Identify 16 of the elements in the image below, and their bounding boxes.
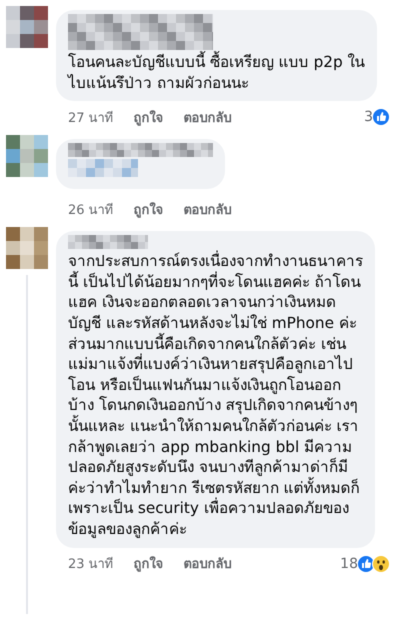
reply-link[interactable]: ตอบกลับ [184,553,232,574]
reply-link[interactable]: ตอบกลับ [184,106,232,128]
timestamp: 27 นาที [68,110,114,128]
like-link[interactable]: ถูกใจ [134,198,164,220]
wow-icon [372,554,390,572]
like-link[interactable]: ถูกใจ [134,553,164,574]
timestamp: 23 นาที [68,556,114,574]
comment-text: จากประสบการณ์ตรงเนื่องจากทำงานธนาคาร นี้ เป็นไปได้น้อยมากๆที่จะโดนแฮคค่ะ ถ้าโดน แฮค เงินจะออกตลอดเวลาจนกว่าเงินหมด บัญชี และรหัสด้านหลังจะไม่ใช่ mPhone ค่ะ ส่วนมากแบบนี้คือเกิดจากคนใกล้ตัวค่ะ เช่น แม่มาแจ้งที่แบงค์ว่าเงินหายสรุปคือลูกเอาไป โอน หรือเป็นแฟนกันมาแจ้งเงินถูกโอนออก บ้าง โดนกดเงินออกบ้าง สรุปเกิดจากคนข้างๆ นั้นแหละ แนะนำให้ถามคนใกล้ตัวก่อนค่ะ เรา กล้าพูดเลยว่า app mbanking bbl มีความ ปลอดภัยสูงระดับนึง จนบางทีลูกค้ามาด่าก็มี ค่ะว่าทำไมทำยาก รีเซตรหัสยาก แต่ทั้งหมดก็ เพราะเป็น security เพื่อความปลอดภัยของ ข้อมูลของลูกค้าค่ะ [68,251,363,540]
comment-text: โอนคนละบัญชีแบบนี้ ซื้อเหรียญ แบบ p2p ใน ไบแน้นรึป่าว ถามผัวก่อนนะ [68,52,365,94]
reply-link[interactable]: ตอบกลับ [184,198,232,220]
reaction-count: 3 [364,109,373,126]
timestamp: 26 นาที [68,202,114,220]
like-icon [372,108,390,126]
like-link[interactable]: ถูกใจ [134,106,164,128]
blurred-text [68,159,138,178]
reaction-count: 18 [340,556,358,572]
